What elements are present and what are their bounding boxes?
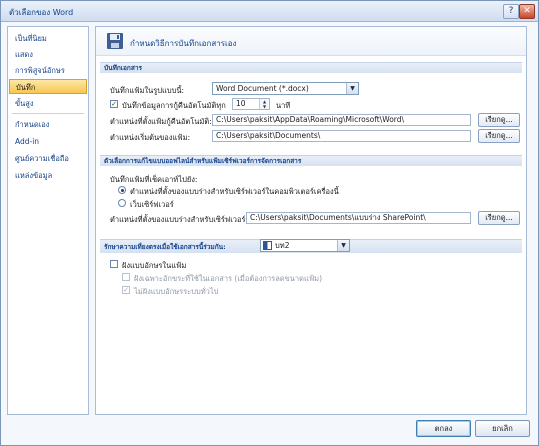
page-title: กำหนดวิธีการบันทึกเอกสารเอง bbox=[130, 39, 237, 48]
embed-used-characters-checkbox bbox=[122, 273, 130, 281]
save-format-value: Word Document (*.docx) bbox=[216, 84, 309, 93]
sidebar-item-resources[interactable]: แหล่งข้อมูล bbox=[9, 168, 87, 183]
sidebar-item-proofing[interactable]: การพิสูจน์อักษร bbox=[9, 63, 87, 78]
window-title: ตัวเลือกของ Word bbox=[9, 8, 74, 17]
help-button[interactable]: ? bbox=[503, 4, 519, 19]
sidebar-item-trust-center[interactable]: ศูนย์ความเชื่อถือ bbox=[9, 151, 87, 166]
minutes-unit-label: นาที bbox=[276, 101, 291, 110]
sidebar-item-customize[interactable]: กำหนดเอง bbox=[9, 117, 87, 132]
sidebar-item-save[interactable]: บันทึก bbox=[9, 79, 87, 94]
default-location-label: ตำแหน่งเริ่มต้นของแฟ้ม: bbox=[110, 133, 191, 142]
web-server-radio[interactable] bbox=[118, 199, 126, 207]
autorecover-minutes-value: 10 bbox=[236, 99, 246, 108]
save-format-label: บันทึกแฟ้มในรูปแบบนี้: bbox=[110, 86, 185, 95]
word-document-icon bbox=[263, 241, 272, 250]
autorecover-label: บันทึกข้อมูลการกู้คืนอัตโนมัติทุก bbox=[122, 101, 226, 110]
save-checked-out-to-label: บันทึกแฟ้มที่เช็คเอาท์ไปยัง: bbox=[110, 175, 198, 184]
spinner-arrows-icon[interactable]: ▲ ▼ bbox=[259, 99, 269, 109]
close-button[interactable]: ✕ bbox=[519, 4, 535, 19]
fidelity-document-value: บท2 bbox=[275, 241, 290, 250]
options-sidebar: เป็นที่นิยม แสดง การพิสูจน์อักษร บันทึก … bbox=[7, 26, 89, 415]
sidebar-item-addins[interactable]: Add-in bbox=[9, 134, 87, 149]
no-common-fonts-checkbox: ✓ bbox=[122, 286, 130, 294]
autorecover-minutes-spinner[interactable]: 10 ▲ ▼ bbox=[232, 98, 270, 110]
word-options-dialog: ตัวเลือกของ Word ? ✕ เป็นที่นิยม แสดง กา… bbox=[0, 0, 539, 446]
section-save-documents: บันทึกเอกสาร bbox=[100, 62, 522, 73]
drafts-local-radio[interactable] bbox=[118, 186, 126, 194]
fidelity-document-select[interactable]: บท2 ▼ bbox=[260, 239, 350, 252]
autorecover-location-label: ตำแหน่งที่ตั้งแฟ้มกู้คืนอัตโนมัติ: bbox=[110, 117, 212, 126]
drafts-local-label: ตำแหน่งที่ตั้งของแบบร่างสำหรับเซิร์ฟเวอร… bbox=[130, 187, 339, 196]
fidelity-heading: รักษาความเที่ยงตรงเมื่อใช้เอกสารนี้ร่วมก… bbox=[104, 243, 226, 251]
default-location-field[interactable]: C:\Users\paksit\Documents\ bbox=[212, 130, 471, 142]
autorecover-location-field[interactable]: C:\Users\paksit\AppData\Roaming\Microsof… bbox=[212, 114, 471, 126]
chevron-down-icon: ▼ bbox=[346, 83, 358, 94]
browse-drafts-button[interactable]: เรียกดู... bbox=[478, 211, 520, 225]
drafts-location-label: ตำแหน่งที่ตั้งของแบบร่างสำหรับเซิร์ฟเวอร… bbox=[110, 215, 249, 224]
sidebar-item-popular[interactable]: เป็นที่นิยม bbox=[9, 31, 87, 46]
web-server-label: เว็บเซิร์ฟเวอร์ bbox=[130, 200, 174, 209]
sidebar-item-display[interactable]: แสดง bbox=[9, 47, 87, 62]
save-format-select[interactable]: Word Document (*.docx) ▼ bbox=[212, 82, 359, 95]
drafts-location-field[interactable]: C:\Users\paksit\Documents\แบบร่าง ShareP… bbox=[246, 212, 471, 224]
title-bar: ตัวเลือกของ Word ? ✕ bbox=[1, 1, 538, 22]
save-options-panel: กำหนดวิธีการบันทึกเอกสารเอง บันทึกเอกสาร… bbox=[95, 26, 527, 415]
browse-default-location-button[interactable]: เรียกดู... bbox=[478, 129, 520, 143]
sidebar-divider bbox=[12, 113, 84, 114]
section-offline-editing: ตัวเลือกการแก้ไขแบบออฟไลน์สำหรับแฟ้มเซิร… bbox=[100, 155, 522, 166]
sidebar-item-advanced[interactable]: ขั้นสูง bbox=[9, 96, 87, 111]
panel-header: กำหนดวิธีการบันทึกเอกสารเอง bbox=[96, 27, 526, 56]
autorecover-checkbox[interactable]: ✓ bbox=[110, 100, 118, 108]
embed-used-characters-label: ฝังเฉพาะอักขระที่ใช้ในเอกสาร (เมื่อต้องก… bbox=[134, 274, 323, 283]
embed-fonts-checkbox[interactable] bbox=[110, 260, 118, 268]
browse-autorecover-button[interactable]: เรียกดู... bbox=[478, 113, 520, 127]
cancel-button[interactable]: ยกเลิก bbox=[475, 420, 530, 437]
ok-button[interactable]: ตกลง bbox=[416, 420, 471, 437]
chevron-down-icon: ▼ bbox=[337, 240, 349, 251]
floppy-disk-icon bbox=[107, 33, 123, 49]
embed-fonts-label: ฝังแบบอักษรในแฟ้ม bbox=[122, 261, 187, 270]
no-common-fonts-label: ไม่ฝังแบบอักษรระบบทั่วไป bbox=[134, 287, 219, 296]
